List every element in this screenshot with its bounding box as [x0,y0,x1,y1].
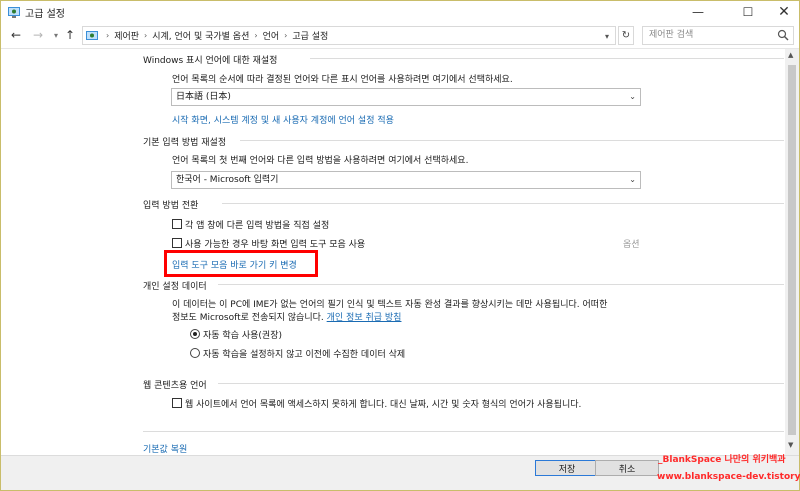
auto-learning-label[interactable]: 자동 학습 사용(권장) [203,328,282,341]
restore-defaults-link[interactable]: 기본값 복원 [143,442,187,455]
desktop-language-bar-checkbox[interactable] [172,238,182,248]
section-heading-switching: 입력 방법 전환 [143,201,199,211]
chevron-right-icon[interactable]: › [144,31,147,40]
per-app-input-label[interactable]: 각 앱 창에 다른 입력 방법을 직접 설정 [185,218,329,231]
section-heading-input-method: 기본 입력 방법 재설정 [143,138,227,148]
web-content-language-checkbox[interactable] [172,398,182,408]
breadcrumb-item[interactable]: 시계, 언어 및 국가별 옵션 [152,29,249,42]
chevron-down-icon[interactable]: ▾ [601,29,613,43]
cancel-button[interactable]: 취소 [595,460,659,476]
auto-learning-radio[interactable] [190,329,200,339]
breadcrumb-item[interactable]: 제어판 [114,29,139,42]
display-language-select[interactable]: 日本語 (日本) ⌄ [171,88,641,106]
disable-learning-radio[interactable] [190,348,200,358]
breadcrumb[interactable]: › 제어판 › 시계, 언어 및 국가별 옵션 › 언어 › 고급 설정 ▾ [82,26,616,45]
window-title: 고급 설정 [25,9,65,20]
divider [310,58,784,59]
chevron-right-icon[interactable]: › [254,31,257,40]
highlight-box [164,250,318,277]
section-heading-display-language: Windows 표시 언어에 대한 재설정 [143,56,278,66]
display-language-description: 언어 목록의 순서에 따라 결정된 언어와 다른 표시 언어를 사용하려면 여기… [172,75,513,85]
breadcrumb-item[interactable]: 고급 설정 [292,29,328,42]
divider [218,284,784,285]
settings-panel [1,49,785,455]
divider [143,431,784,432]
search-icon[interactable] [777,29,789,41]
save-button[interactable]: 저장 [535,460,599,476]
control-panel-icon [8,7,20,18]
recent-locations-chevron-icon[interactable]: ▾ [49,28,63,42]
watermark-url: www.blankspace-dev.tistory.com [657,472,800,482]
forward-arrow-icon[interactable]: → [31,28,45,42]
back-arrow-icon[interactable]: ← [9,28,23,42]
control-panel-icon [86,30,98,40]
input-method-select[interactable]: 한국어 - Microsoft 입력기 ⌄ [171,171,641,189]
divider [218,383,784,384]
privacy-policy-link[interactable]: 개인 정보 취급 방침 [327,313,402,323]
divider [222,203,784,204]
apply-language-settings-link[interactable]: 시작 화면, 시스템 계정 및 새 사용자 계정에 언어 설정 적용 [172,113,394,126]
display-language-value: 日本語 (日本) [176,92,231,102]
personalization-description: 이 데이터는 이 PC에 IME가 없는 언어의 필기 인식 및 텍스트 자동 … [172,300,608,310]
chevron-down-icon: ⌄ [629,92,636,101]
input-method-description: 언어 목록의 첫 번째 언어와 다른 입력 방법을 사용하려면 여기에서 선택하… [172,156,469,166]
scroll-down-icon[interactable]: ▼ [788,441,793,449]
divider [240,140,784,141]
options-link[interactable]: 옵션 [623,237,640,250]
watermark-title: _BlankSpace 나만의 위키백과 [658,455,786,465]
title-bar: 고급 설정 — ☐ ✕ [1,1,799,23]
web-content-language-label[interactable]: 웹 사이트에서 언어 목록에 액세스하지 못하게 합니다. 대신 날짜, 시간 … [185,397,581,410]
close-button[interactable]: ✕ [763,1,800,23]
minimize-button[interactable]: — [677,1,719,23]
up-arrow-icon[interactable]: ↑ [63,28,77,42]
scroll-up-icon[interactable]: ▲ [788,51,793,59]
search-input[interactable]: 제어판 검색 [642,26,794,45]
chevron-right-icon[interactable]: › [284,31,287,40]
chevron-right-icon[interactable]: › [106,31,109,40]
personalization-description-line2: 정보도 Microsoft로 전송되지 않습니다. 개인 정보 취급 방침 [172,310,401,323]
section-heading-web-content: 웹 콘텐츠용 언어 [143,381,207,391]
disable-learning-label[interactable]: 자동 학습을 설정하지 않고 이전에 수집한 데이터 삭제 [203,347,405,360]
chevron-down-icon: ⌄ [629,175,636,184]
refresh-icon[interactable]: ↻ [618,26,634,45]
search-placeholder: 제어판 검색 [649,30,694,40]
desktop-language-bar-label[interactable]: 사용 가능한 경우 바탕 화면 입력 도구 모음 사용 [185,237,365,250]
breadcrumb-item[interactable]: 언어 [263,29,280,42]
address-bar: ← → ▾ ↑ › 제어판 › 시계, 언어 및 국가별 옵션 › 언어 › 고… [1,23,799,49]
scrollbar-thumb[interactable] [788,65,796,435]
per-app-input-checkbox[interactable] [172,219,182,229]
section-heading-personalization: 개인 설정 데이터 [143,282,207,292]
vertical-scrollbar[interactable]: ▲ ▼ [785,49,799,455]
personalization-note: 정보도 Microsoft로 전송되지 않습니다. [172,313,324,323]
input-method-value: 한국어 - Microsoft 입력기 [176,175,279,185]
